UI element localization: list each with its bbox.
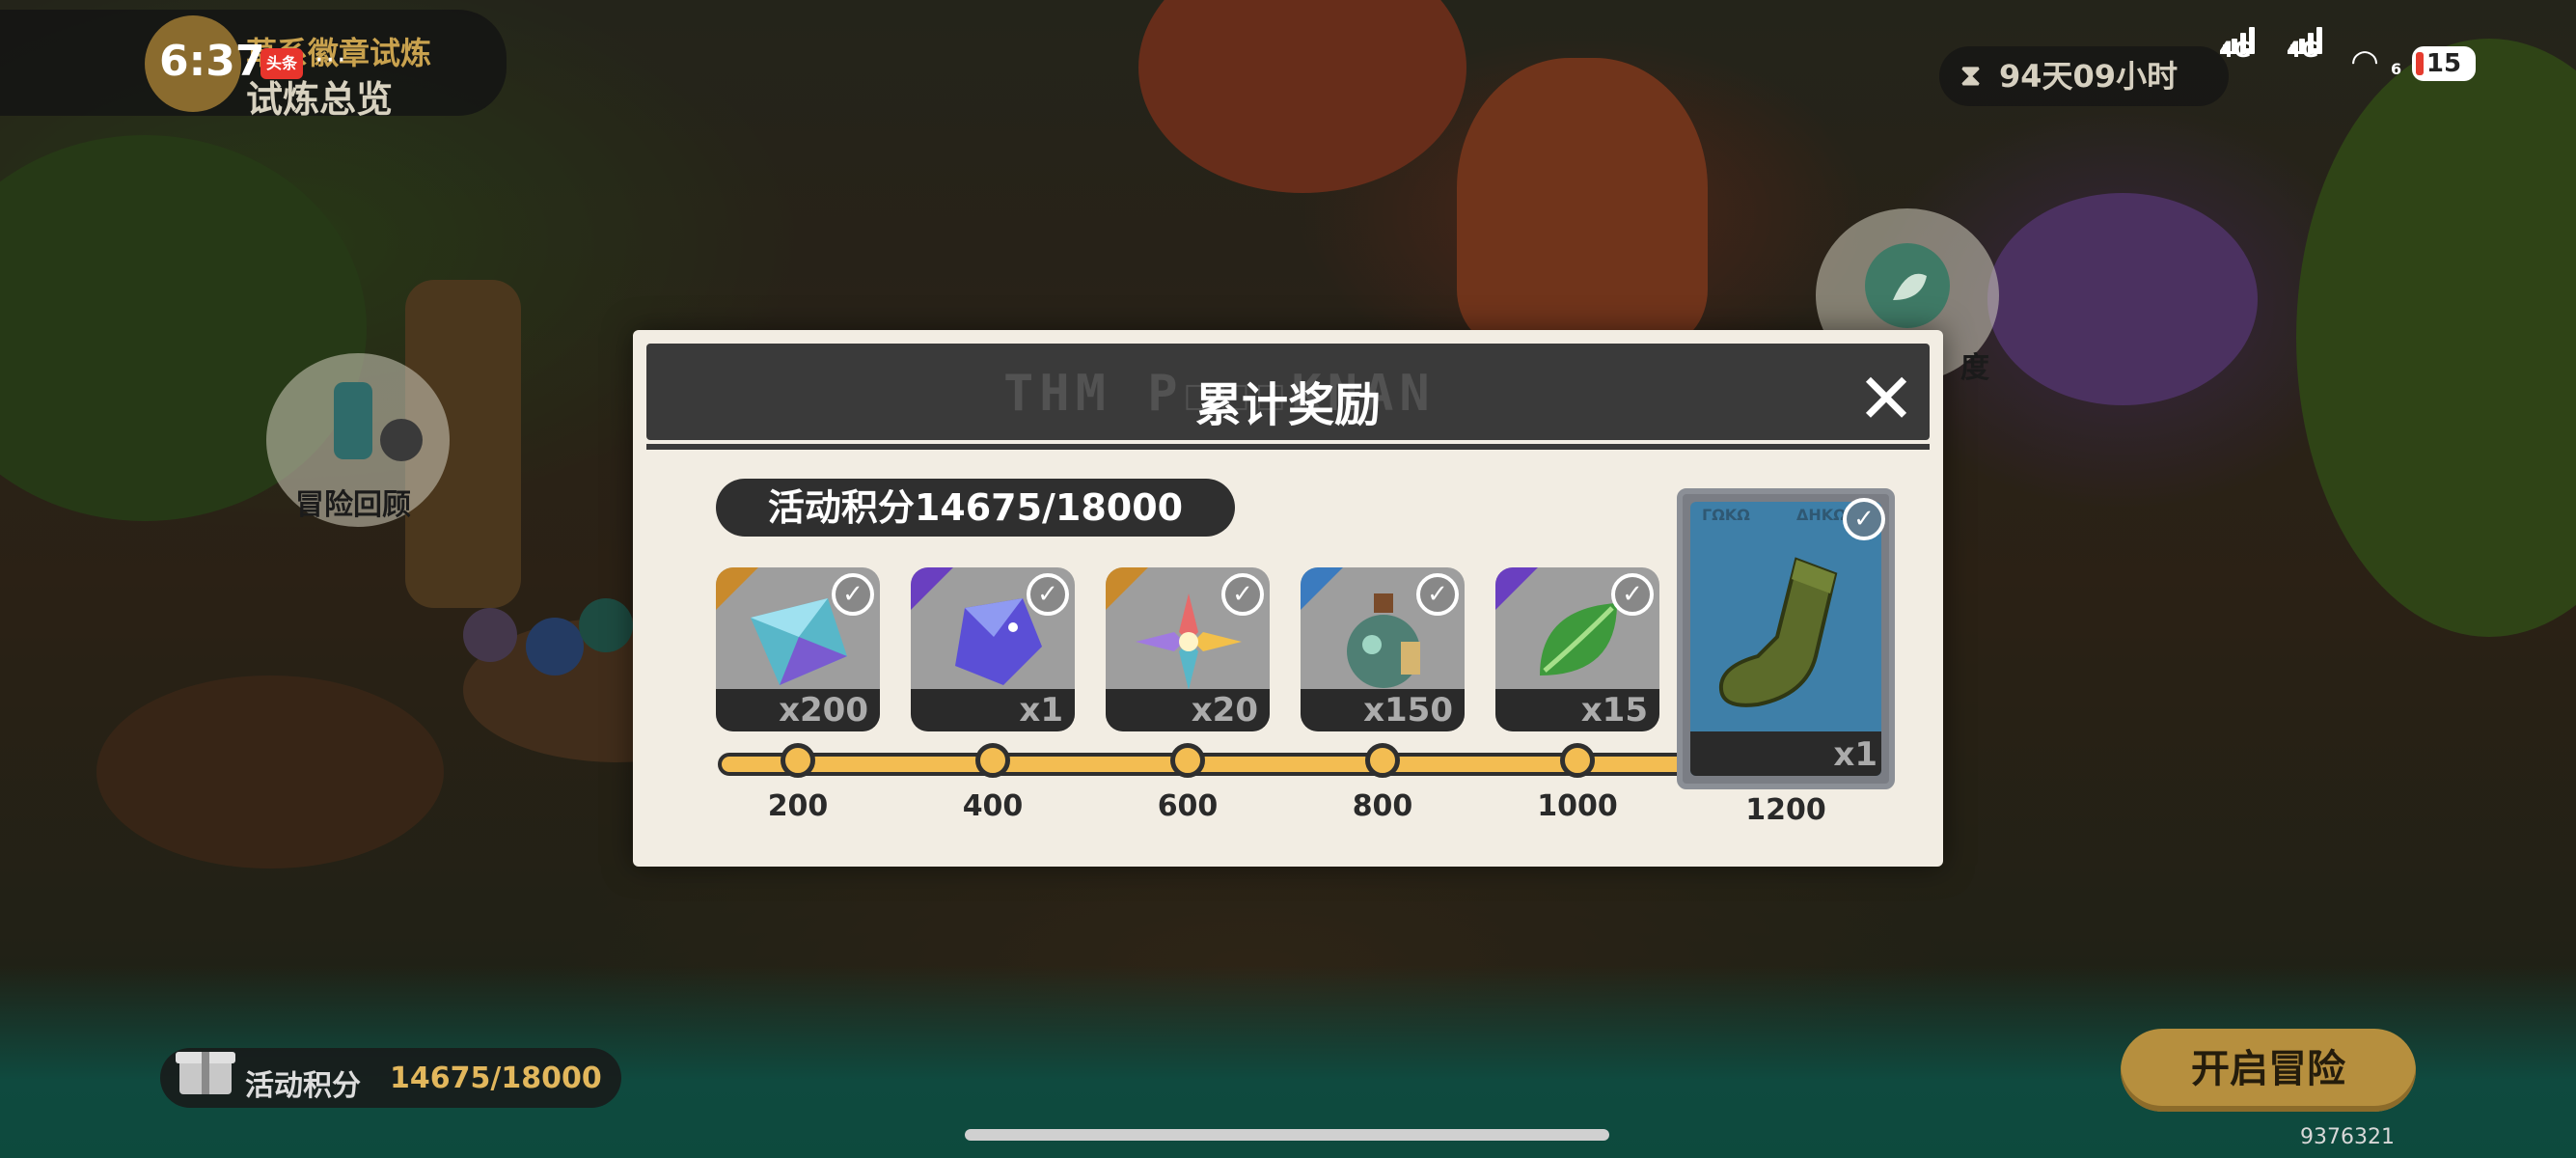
points-label: 活动积分: [245, 1069, 361, 1103]
adventure-review-button[interactable]: 冒险回顾: [266, 353, 450, 527]
reward-quantity: x1: [1019, 691, 1063, 730]
modal-title: 累计奖励: [1194, 378, 1381, 432]
points-value: 14675/18000: [390, 1062, 602, 1095]
reward-quantity: x15: [1580, 691, 1648, 730]
timer-text: 94天09小时: [1999, 58, 2179, 95]
claimed-check-icon: ✓: [1416, 573, 1459, 616]
milestone-label: 600: [1157, 789, 1219, 823]
header-divider: [646, 444, 1930, 450]
milestone-label: 200: [767, 789, 829, 823]
reward-quantity: x20: [1191, 691, 1258, 730]
adventure-review-label: 冒险回顾: [295, 488, 411, 522]
battery-level: 15: [2425, 49, 2462, 78]
progress-node: [1560, 743, 1595, 778]
reward-quantity: x200: [779, 691, 868, 730]
reward-quantity: x150: [1363, 691, 1453, 730]
claimed-check-icon: ✓: [1843, 498, 1885, 540]
more-notifications: ···: [315, 43, 348, 77]
news-notification-icon: 头条: [260, 48, 303, 79]
claimed-check-icon: ✓: [832, 573, 874, 616]
status-time: 6:37: [159, 37, 265, 86]
grand-reward-art: ΓΩΚΩ ΔΗΚΩ x1: [1690, 502, 1881, 776]
event-points-pill: 活动积分14675/18000: [716, 479, 1235, 537]
event-points-bar[interactable]: 活动积分 14675/18000: [160, 1048, 621, 1108]
start-adventure-button[interactable]: 开启冒险: [2121, 1029, 2416, 1112]
progress-node: [781, 743, 815, 778]
modal-header: ΤΗΜ Ρ☐☐☐ΚΝΑΝ 累计奖励 ✕: [646, 344, 1930, 440]
progress-node: [975, 743, 1010, 778]
cumulative-rewards-modal: ΤΗΜ Ρ☐☐☐ΚΝΑΝ 累计奖励 ✕ 活动积分14675/18000 x200…: [633, 330, 1943, 867]
hourglass-flask-icon: [334, 382, 423, 461]
claimed-check-icon: ✓: [1221, 573, 1264, 616]
reward-quantity: x1: [1833, 735, 1877, 774]
gift-icon: [176, 1052, 235, 1094]
claimed-check-icon: ✓: [1611, 573, 1654, 616]
progress-node: [1170, 743, 1205, 778]
battery-icon: 15: [2412, 46, 2476, 81]
home-indicator[interactable]: [965, 1129, 1609, 1141]
wifi-icon: ◠: [2352, 42, 2378, 81]
grand-reward-card[interactable]: ΓΩΚΩ ΔΗΚΩ x1 ✓: [1677, 488, 1895, 789]
battery-low-indicator: [2416, 52, 2424, 75]
milestone-label: 400: [962, 789, 1024, 823]
close-button[interactable]: ✕: [1852, 364, 1920, 434]
reward-card[interactable]: x1 ✓: [911, 567, 1075, 731]
milestone-label: 800: [1352, 789, 1413, 823]
event-timer: ⧗ 94天09小时: [1939, 46, 2229, 106]
build-id: 9376321: [2300, 1125, 2395, 1149]
green-sock-icon: [1718, 557, 1838, 707]
milestone-label: 1000: [1537, 789, 1618, 823]
claimed-check-icon: ✓: [1027, 573, 1069, 616]
milestone-label: 1200: [1745, 793, 1826, 827]
reward-card[interactable]: x200 ✓: [716, 567, 880, 731]
reward-card[interactable]: x20 ✓: [1106, 567, 1270, 731]
progress-label: 度: [1960, 351, 1989, 385]
progress-node: [1365, 743, 1400, 778]
hourglass-icon: ⧗: [1960, 59, 1982, 93]
reward-card[interactable]: x15 ✓: [1495, 567, 1659, 731]
wifi-label: 6: [2391, 60, 2402, 78]
reward-card[interactable]: x150 ✓: [1301, 567, 1465, 731]
